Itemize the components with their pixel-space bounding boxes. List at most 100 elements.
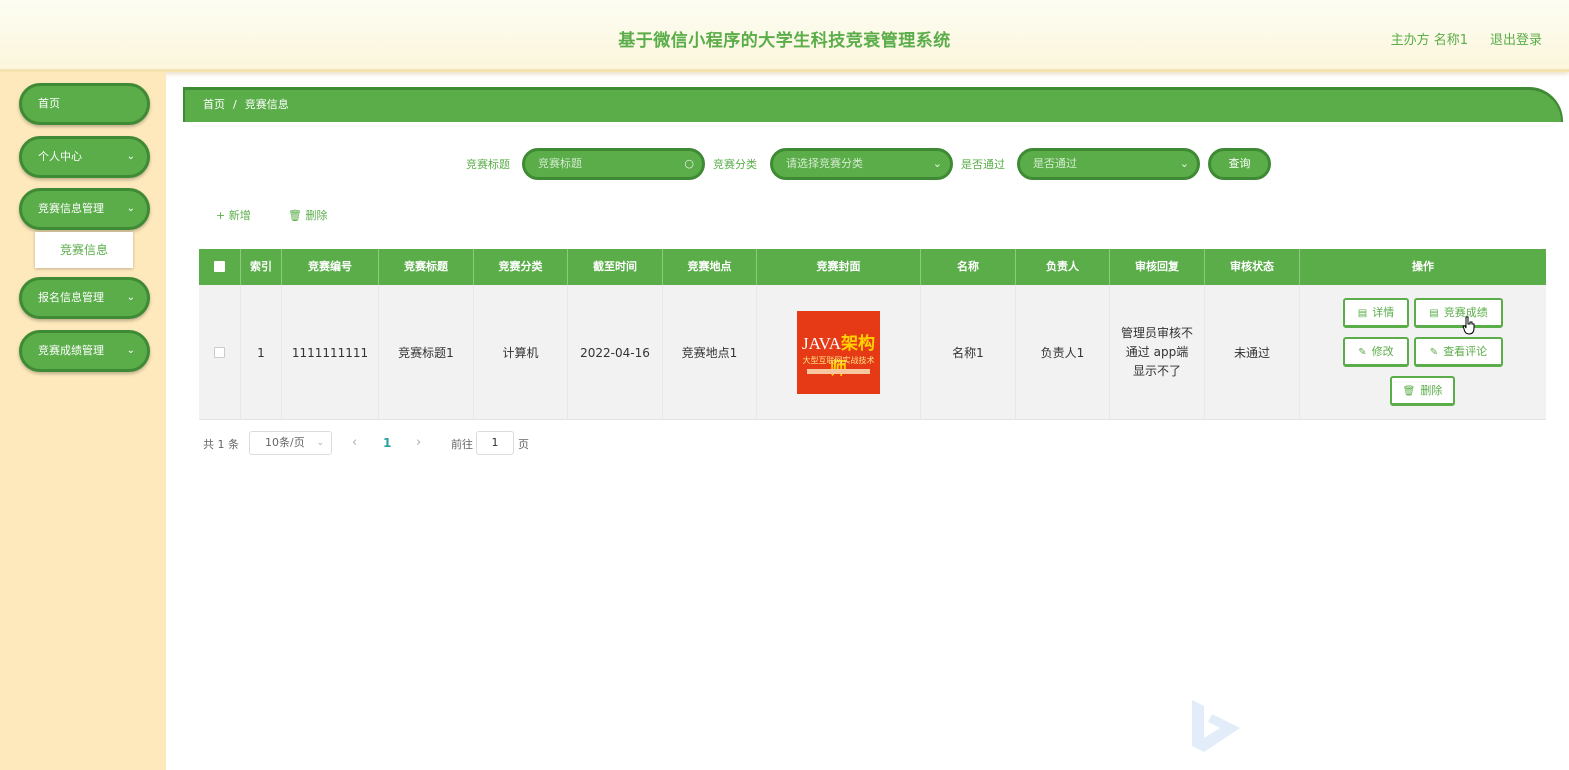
column-header: 操作: [1412, 260, 1434, 273]
delete-button-label: 删除: [305, 209, 328, 222]
cell-manager: 负责人1: [1016, 285, 1110, 420]
column-header: 竞赛封面: [757, 249, 921, 285]
sidebar-item-label: 竞赛成绩管理: [38, 344, 104, 357]
edit-button-label: 修改: [1371, 345, 1394, 358]
sidebar-item-competition-info[interactable]: 竞赛信息管理 ⌄: [19, 188, 150, 230]
pencil-icon: ✎: [1358, 347, 1367, 358]
pencil-icon: ✎: [1429, 347, 1439, 358]
top-header: 基于微信小程序的大学生科技竞衰管理系统 主办方 名称1 退出登录: [0, 0, 1569, 72]
chevron-down-icon: ⌄: [1179, 157, 1189, 170]
hand-cursor-icon: [1462, 316, 1475, 335]
passed-placeholder: 是否通过: [1033, 157, 1077, 170]
title-search-placeholder: 竞赛标题: [538, 157, 582, 170]
column-header: 审核状态: [1205, 249, 1300, 285]
sidebar-item-label: 竞赛信息管理: [38, 202, 104, 215]
table-header: 索引 竞赛编号 竞赛标题 竞赛分类 截至时间 竞赛地点 竞赛封面 名称 负责人 …: [199, 249, 1546, 285]
view-comments-button[interactable]: ✎ 查看评论: [1414, 337, 1503, 367]
column-header: 索引: [241, 249, 282, 285]
cell-deadline: 2022-04-16: [568, 285, 663, 420]
sidebar-item-home[interactable]: 首页: [19, 83, 150, 125]
column-header: 竞赛地点: [663, 249, 757, 285]
document-icon: ▤: [1357, 308, 1368, 319]
delete-row-label: 删除: [1420, 384, 1443, 397]
row-delete-button[interactable]: 🗑︎ 删除: [1390, 376, 1455, 406]
title-search-label: 竞赛标题: [466, 158, 510, 171]
document-icon: ▤: [1429, 308, 1439, 319]
sidebar-item-registration[interactable]: 报名信息管理 ⌄: [19, 277, 150, 319]
cover-decor: [807, 369, 870, 374]
category-placeholder: 请选择竞赛分类: [786, 157, 863, 170]
cell-review-status: 未通过: [1205, 285, 1300, 420]
cell-category: 计算机: [474, 285, 568, 420]
sidebar-item-label: 报名信息管理: [38, 291, 104, 304]
plus-icon: +: [216, 209, 226, 222]
cover-java: JAVA: [801, 334, 842, 353]
passed-select[interactable]: 是否通过 ⌄: [1017, 148, 1200, 180]
add-button-label: 新增: [228, 209, 251, 222]
detail-button[interactable]: ▤ 详情: [1343, 298, 1409, 328]
column-header: 审核回复: [1110, 249, 1205, 285]
page-suffix: 页: [518, 438, 529, 451]
column-header: 竞赛标题: [379, 249, 474, 285]
chevron-down-icon: ⌄: [126, 345, 135, 356]
cell-review-reply: 管理员审核不通过 app端显示不了: [1110, 285, 1205, 420]
breadcrumb-home[interactable]: 首页: [203, 98, 225, 111]
edit-button[interactable]: ✎ 修改: [1343, 337, 1409, 367]
cover-image[interactable]: JAVA架构师 大型互联网实战技术: [797, 311, 880, 394]
sidebar-item-label: 首页: [38, 97, 60, 110]
chevron-down-icon: ⌄: [932, 157, 942, 170]
column-header: 竞赛编号: [282, 249, 379, 285]
current-user: 主办方 名称1: [1390, 33, 1468, 48]
goto-label: 前往: [451, 438, 473, 451]
trash-icon: 🗑︎: [288, 209, 302, 222]
comments-button-label: 查看评论: [1443, 345, 1488, 358]
batch-delete-button[interactable]: 🗑︎ 删除: [288, 207, 327, 223]
watermark-logo-icon: [1192, 700, 1240, 752]
sidebar-item-scores[interactable]: 竞赛成绩管理 ⌄: [19, 330, 150, 372]
page-number[interactable]: 1: [383, 436, 391, 450]
breadcrumb-separator: /: [233, 98, 237, 111]
scores-button[interactable]: ▤ 竞赛成绩: [1414, 298, 1503, 328]
chevron-down-icon: ⌄: [126, 292, 135, 303]
logout-link[interactable]: 退出登录: [1490, 29, 1542, 48]
select-all-cell: [199, 249, 241, 285]
column-header: 截至时间: [568, 249, 663, 285]
goto-page-input[interactable]: 1: [476, 431, 514, 455]
row-checkbox[interactable]: [214, 347, 225, 358]
column-header: 负责人: [1016, 249, 1110, 285]
page-size-select[interactable]: 10条/页 ⌄: [249, 431, 332, 455]
breadcrumb: 首页 / 竞赛信息: [183, 87, 1563, 122]
chevron-down-icon: ⌄: [126, 151, 135, 162]
system-title: 基于微信小程序的大学生科技竞衰管理系统: [618, 31, 951, 51]
cell-code: 1111111111: [282, 285, 379, 420]
cell-title: 竞赛标题1: [379, 285, 474, 420]
detail-button-label: 详情: [1372, 306, 1395, 319]
column-header: 名称: [921, 249, 1016, 285]
passed-search-label: 是否通过: [961, 158, 1005, 171]
sidebar-item-label: 个人中心: [38, 150, 82, 163]
select-all-checkbox[interactable]: [214, 261, 225, 272]
breadcrumb-current: 竞赛信息: [244, 98, 289, 111]
cell-index: 1: [241, 285, 282, 420]
prev-page-icon[interactable]: ‹: [352, 435, 357, 450]
chevron-down-icon: ⌄: [316, 438, 324, 448]
cell-cover: JAVA架构师 大型互联网实战技术: [757, 285, 921, 420]
cell-name: 名称1: [921, 285, 1016, 420]
query-button[interactable]: 查询: [1208, 148, 1271, 180]
cover-subtitle: 大型互联网实战技术: [802, 356, 875, 365]
add-button[interactable]: + 新增: [216, 207, 251, 223]
page-size-value: 10条/页: [265, 436, 305, 449]
chevron-down-icon: ⌄: [126, 203, 135, 214]
cell-location: 竞赛地点1: [663, 285, 757, 420]
column-header: 竞赛分类: [474, 249, 568, 285]
sidebar-subitem-competition-info[interactable]: 竞赛信息: [35, 232, 133, 268]
trash-icon: 🗑︎: [1402, 386, 1416, 397]
row-select-cell: [199, 285, 241, 420]
search-icon: ○: [684, 157, 694, 170]
sidebar-item-profile[interactable]: 个人中心 ⌄: [19, 136, 150, 178]
title-search-input[interactable]: 竞赛标题 ○: [522, 148, 705, 180]
category-search-label: 竞赛分类: [713, 158, 757, 171]
category-select[interactable]: 请选择竞赛分类 ⌄: [770, 148, 953, 180]
pagination-total: 共 1 条: [203, 438, 239, 451]
next-page-icon[interactable]: ›: [416, 435, 421, 450]
